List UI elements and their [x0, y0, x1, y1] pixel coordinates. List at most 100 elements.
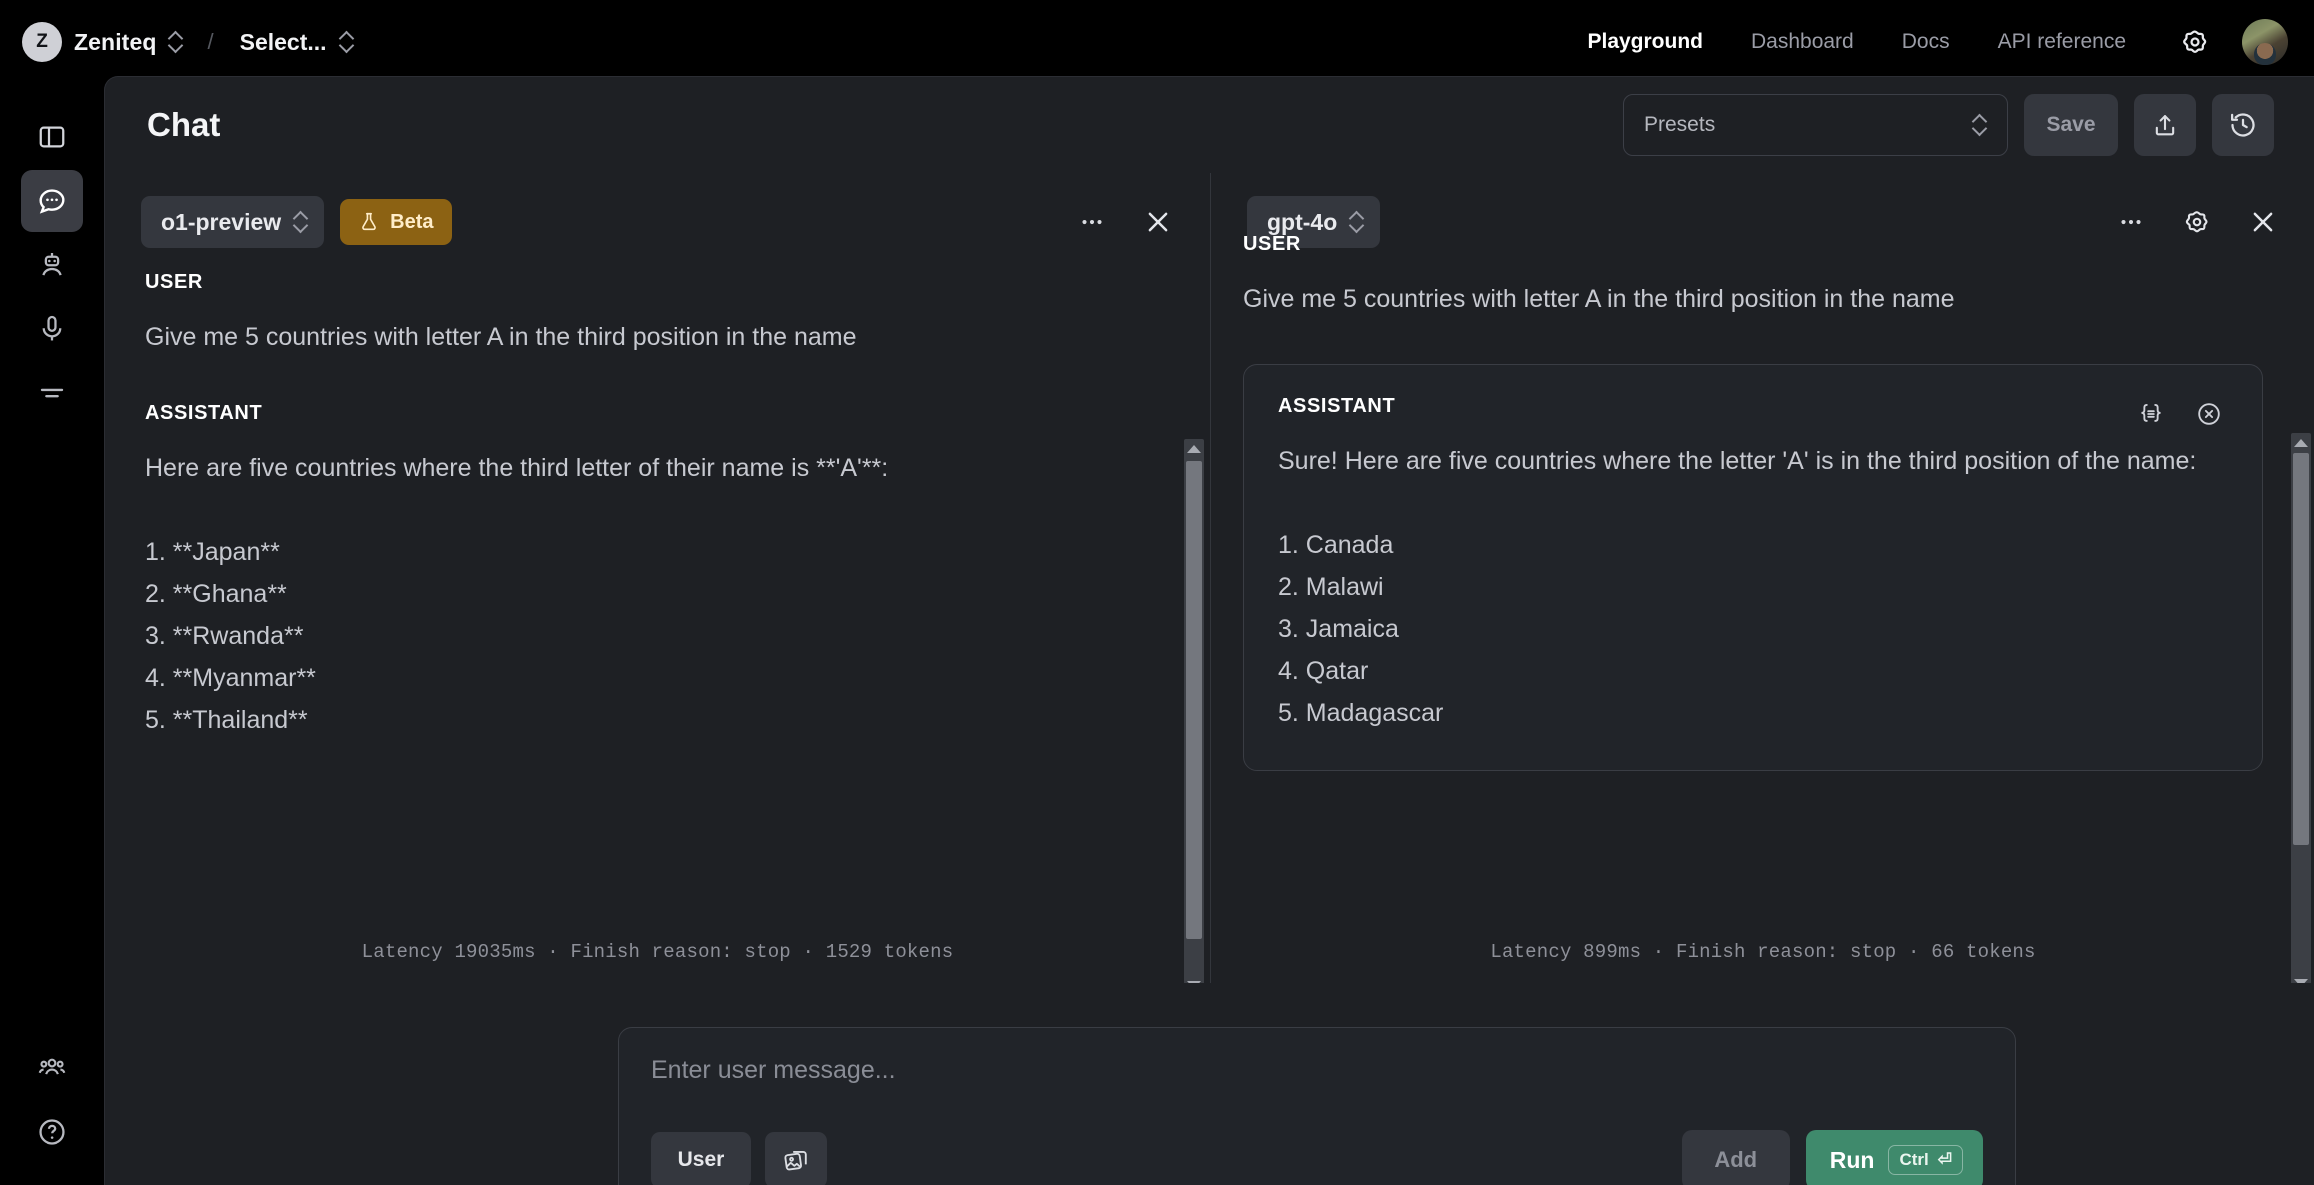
- message-text[interactable]: Sure! Here are five countries where the …: [1278, 440, 2228, 734]
- sidebar-toggle-button[interactable]: [21, 106, 83, 168]
- main-panel: Chat Presets Save o1-preview Beta USER G…: [104, 76, 2314, 1185]
- rail-item-help[interactable]: [21, 1101, 83, 1163]
- message-assistant-card: ASSISTANT Sure! Here are five countries …: [1243, 364, 2263, 771]
- history-clock-icon: [2228, 110, 2258, 140]
- rail-item-team[interactable]: [21, 1037, 83, 1099]
- nav-dashboard[interactable]: Dashboard: [1727, 30, 1878, 54]
- pane-footer: Latency 899ms · Finish reason: stop · 66…: [1211, 921, 2314, 983]
- model-selector[interactable]: o1-preview: [141, 196, 325, 248]
- scrollbar-thumb[interactable]: [2293, 453, 2309, 845]
- avatar[interactable]: [2242, 19, 2288, 65]
- scrollbar-thumb[interactable]: [1186, 461, 1202, 939]
- message-user: USER Give me 5 countries with letter A i…: [145, 271, 1154, 358]
- message-role: ASSISTANT: [145, 402, 263, 424]
- composer-controls: User: [651, 1132, 827, 1185]
- attach-image-button[interactable]: [765, 1132, 827, 1185]
- pane-footer: Latency 19035ms · Finish reason: stop · …: [105, 921, 1210, 983]
- message-assistant: ASSISTANT Here are five countries where …: [145, 402, 1154, 741]
- message-text[interactable]: Give me 5 countries with letter A in the…: [145, 316, 1154, 358]
- header-actions: Presets Save: [1623, 94, 2274, 156]
- help-circle-icon: [36, 1116, 68, 1148]
- close-icon: [1143, 207, 1173, 237]
- pane-close-button[interactable]: [1132, 196, 1184, 248]
- main-header: Chat Presets Save: [105, 77, 2314, 173]
- breadcrumb-separator: /: [207, 29, 214, 54]
- page-title: Chat: [147, 106, 221, 143]
- rail-item-chat[interactable]: [21, 170, 83, 232]
- json-braces-icon: [2137, 400, 2165, 428]
- message-role: USER: [145, 271, 203, 293]
- generation-metadata: Latency 19035ms · Finish reason: stop · …: [361, 941, 954, 963]
- pane-gpt-4o: gpt-4o USER Give me 5 countries with let…: [1211, 173, 2314, 983]
- microphone-icon: [36, 313, 68, 345]
- scroll-up-arrow-icon[interactable]: [1187, 445, 1201, 453]
- generation-metadata: Latency 899ms · Finish reason: stop · 66…: [1490, 941, 2036, 963]
- org-switcher-chevron-icon[interactable]: [168, 32, 183, 52]
- project-switcher-chevron-icon[interactable]: [339, 32, 354, 52]
- message-role: ASSISTANT: [1278, 395, 1396, 417]
- pane-messages: USER Give me 5 countries with letter A i…: [1211, 233, 2314, 921]
- assistants-robot-icon: [36, 249, 68, 281]
- org-name[interactable]: Zeniteq: [74, 29, 156, 56]
- chevron-updown-icon: [1972, 115, 1987, 135]
- comparison-panes: o1-preview Beta USER Give me 5 countries…: [105, 173, 2314, 983]
- org-logo: Z: [22, 22, 62, 62]
- presets-select-label: Presets: [1644, 113, 1716, 136]
- add-message-button[interactable]: Add: [1681, 1130, 1790, 1185]
- message-user: USER Give me 5 countries with letter A i…: [1243, 233, 2263, 320]
- nav-playground[interactable]: Playground: [1563, 30, 1727, 54]
- composer-zone: Enter user message... User Add Run Ctrl …: [105, 983, 2314, 1185]
- top-navigation: Playground Dashboard Docs API reference: [1563, 19, 2288, 65]
- sidebar-toggle-icon: [37, 122, 67, 152]
- pane-header: o1-preview Beta: [105, 173, 1210, 271]
- nav-api-reference[interactable]: API reference: [1974, 30, 2150, 54]
- pane-header-actions: [1066, 196, 1184, 248]
- pane-messages: USER Give me 5 countries with letter A i…: [105, 271, 1210, 921]
- message-text[interactable]: Here are five countries where the third …: [145, 447, 1154, 741]
- run-button-label: Run: [1829, 1146, 1875, 1173]
- remove-circle-icon: [2195, 400, 2223, 428]
- enter-key-icon: ⏎: [1937, 1150, 1952, 1169]
- chat-bubble-icon: [36, 185, 68, 217]
- settings-button[interactable]: [2172, 19, 2218, 65]
- share-button[interactable]: [2134, 94, 2196, 156]
- sliders-icon: [37, 378, 67, 408]
- gear-icon: [2179, 26, 2211, 58]
- role-selector-button[interactable]: User: [651, 1132, 751, 1185]
- run-shortcut-hint: Ctrl ⏎: [1888, 1145, 1963, 1175]
- project-selector-label[interactable]: Select...: [240, 29, 327, 56]
- flask-icon: [358, 211, 380, 233]
- rail-item-audio[interactable]: [21, 298, 83, 360]
- model-name: o1-preview: [161, 208, 282, 235]
- image-stack-icon: [782, 1146, 810, 1174]
- history-button[interactable]: [2212, 94, 2274, 156]
- scroll-up-arrow-icon[interactable]: [2294, 439, 2308, 447]
- rail-item-assistants[interactable]: [21, 234, 83, 296]
- pane-scrollbar[interactable]: [2291, 433, 2311, 983]
- status-badge: Beta: [340, 199, 452, 245]
- message-text[interactable]: Give me 5 countries with letter A in the…: [1243, 278, 2263, 320]
- status-badge-label: Beta: [390, 210, 434, 233]
- run-shortcut-modifier: Ctrl: [1899, 1150, 1929, 1169]
- rail-item-tools[interactable]: [21, 362, 83, 424]
- model-name: gpt-4o: [1267, 208, 1338, 235]
- upload-share-icon: [2151, 111, 2179, 139]
- save-button[interactable]: Save: [2024, 94, 2118, 156]
- chevron-updown-icon: [1349, 212, 1364, 232]
- remove-message-button[interactable]: [2190, 395, 2228, 433]
- nav-docs[interactable]: Docs: [1878, 30, 1974, 54]
- more-horizontal-icon: [1077, 207, 1107, 237]
- run-button[interactable]: Run Ctrl ⏎: [1805, 1130, 1983, 1185]
- view-json-button[interactable]: [2132, 395, 2170, 433]
- top-bar: Z Zeniteq / Select... Playground Dashboa…: [0, 0, 2314, 84]
- message-input-placeholder[interactable]: Enter user message...: [651, 1056, 1983, 1085]
- presets-select[interactable]: Presets: [1623, 94, 2008, 156]
- message-composer[interactable]: Enter user message... User Add Run Ctrl …: [618, 1027, 2016, 1185]
- pane-scrollbar[interactable]: [1184, 439, 1204, 983]
- pane-o1-preview: o1-preview Beta USER Give me 5 countries…: [105, 173, 1211, 983]
- chevron-updown-icon: [293, 212, 308, 232]
- pane-more-button[interactable]: [1066, 196, 1118, 248]
- left-rail: [0, 84, 104, 1185]
- message-role: USER: [1243, 233, 1301, 255]
- composer-actions: Add Run Ctrl ⏎: [1681, 1130, 1983, 1185]
